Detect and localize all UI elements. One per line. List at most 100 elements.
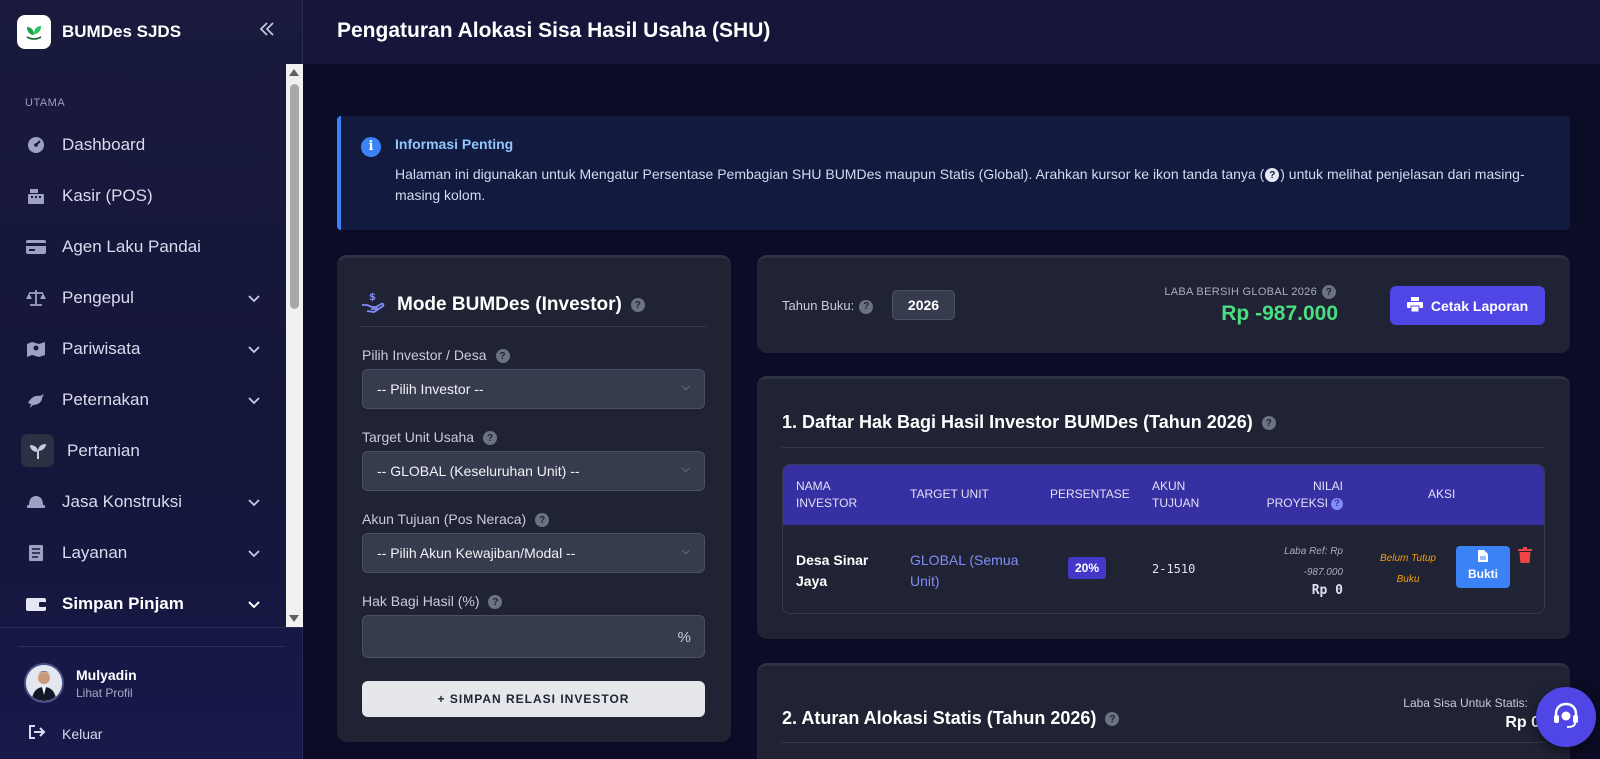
scrollbar-thumb[interactable] (290, 84, 299, 309)
brand[interactable]: BUMDes SJDS (0, 0, 302, 64)
col-nilai: NILAI PROYEKSI? (1263, 478, 1343, 512)
investor-select-value: -- Pilih Investor -- (377, 381, 484, 397)
sidebar-item-layanan[interactable]: Layanan (0, 527, 286, 578)
sidebar-item-jasa-konstruksi[interactable]: Jasa Konstruksi (0, 476, 286, 527)
laba-ref-line-2: -987.000 (1303, 567, 1343, 578)
print-report-button[interactable]: Cetak Laporan (1390, 286, 1545, 325)
question-icon[interactable]: ? (483, 431, 498, 446)
print-report-label: Cetak Laporan (1430, 297, 1529, 314)
sidebar-item-dashboard[interactable]: Dashboard (0, 119, 286, 170)
question-icon[interactable]: ? (535, 513, 550, 528)
wallet-icon (25, 593, 47, 615)
investor-list-card: 1. Daftar Hak Bagi Hasil Investor BUMDes… (757, 376, 1570, 639)
target-select-value: -- GLOBAL (Keseluruhan Unit) -- (377, 463, 580, 479)
question-icon[interactable]: ? (1322, 285, 1336, 299)
printer-icon (1406, 296, 1423, 315)
sidebar: BUMDes SJDS UTAMA Dashboard Kasir (POS) … (0, 0, 303, 759)
akun-code: 2-1510 (1152, 562, 1196, 576)
sidebar-scrollbar[interactable] (286, 64, 303, 627)
brand-name: BUMDes SJDS (62, 22, 182, 41)
scroll-down-arrow-icon[interactable] (289, 615, 299, 622)
target-label-text: Target Unit Usaha (362, 429, 475, 445)
alert-body: Halaman ini digunakan untuk Mengatur Per… (395, 164, 1545, 206)
akun-select-value: -- Pilih Akun Kewajiban/Modal -- (377, 545, 576, 561)
question-icon: ? (1265, 168, 1280, 183)
col-target: TARGET UNIT (910, 487, 989, 501)
question-icon[interactable]: ? (1261, 416, 1276, 431)
tahun-label-text: Tahun Buku: (782, 298, 855, 313)
sidebar-item-label: Layanan (62, 542, 128, 562)
brand-logo (17, 15, 51, 49)
sidebar-item-label: Agen Laku Pandai (62, 236, 201, 256)
laba-sisa-label: Laba Sisa Untuk Statis: (1403, 696, 1528, 710)
investor-label-text: Pilih Investor / Desa (362, 347, 487, 363)
credit-card-icon (25, 236, 47, 258)
tahun-buku-input[interactable]: 2026 (892, 290, 955, 320)
sidebar-footer: Mulyadin Lihat Profil Keluar (0, 627, 303, 759)
laba-ref: Laba Ref: Rp -987.000 (1263, 541, 1343, 583)
chevron-down-icon: ⌵ (681, 381, 690, 393)
question-icon[interactable]: ? (630, 298, 645, 312)
target-unit-select[interactable]: -- GLOBAL (Keseluruhan Unit) -- ⌵ (362, 451, 705, 491)
laba-sisa-value: Rp 0 (1505, 714, 1540, 731)
sidebar-item-pariwisata[interactable]: Pariwisata (0, 323, 286, 374)
sidebar-item-pengepul[interactable]: Pengepul (0, 272, 286, 323)
static-title-text: 2. Aturan Alokasi Statis (Tahun 2026) (782, 708, 1097, 728)
investor-select[interactable]: -- Pilih Investor -- ⌵ (362, 369, 705, 409)
investor-table: NAMA INVESTOR TARGET UNIT PERSENTASE AKU… (782, 464, 1545, 614)
logout-label: Keluar (62, 725, 103, 742)
trash-icon[interactable] (1518, 547, 1532, 568)
target-label: Target Unit Usaha? (362, 429, 498, 446)
laba-bersih-value: Rp -987.000 (1221, 302, 1338, 325)
document-icon (1478, 550, 1488, 565)
question-icon[interactable]: ? (859, 299, 874, 314)
hand-coin-icon: $ (361, 291, 385, 319)
question-icon[interactable]: ? (1331, 497, 1343, 510)
bukti-label: Bukti (1468, 567, 1498, 581)
nav-section-label: UTAMA (25, 97, 66, 109)
table-row: Desa Sinar Jaya GLOBAL (Semua Unit) 20% … (783, 525, 1544, 613)
bukti-button[interactable]: Bukti (1456, 546, 1510, 588)
table-header: NAMA INVESTOR TARGET UNIT PERSENTASE AKU… (783, 465, 1544, 525)
form-title: $ Mode BUMDes (Investor) ? (361, 291, 645, 319)
sidebar-item-simpan-pinjam[interactable]: Simpan Pinjam (0, 578, 286, 627)
scale-icon (25, 287, 47, 309)
chevron-down-icon (248, 290, 260, 306)
static-allocation-card: 2. Aturan Alokasi Statis (Tahun 2026)? L… (757, 663, 1570, 759)
laba-label: LABA BERSIH GLOBAL 2026? (1164, 285, 1336, 299)
sidebar-item-label: Jasa Konstruksi (62, 491, 182, 511)
hak-bagi-hasil-input[interactable]: % (362, 615, 705, 658)
avatar[interactable] (24, 663, 64, 703)
sidebar-item-peternakan[interactable]: Peternakan (0, 374, 286, 425)
profile-link[interactable]: Lihat Profil (76, 686, 133, 700)
akun-tujuan-select[interactable]: -- Pilih Akun Kewajiban/Modal -- ⌵ (362, 533, 705, 573)
info-alert: i Informasi Penting Halaman ini digunaka… (337, 116, 1570, 230)
status-line-2: Buku (1396, 574, 1420, 585)
investor-form-card: $ Mode BUMDes (Investor) ? Pilih Investo… (337, 255, 731, 742)
sidebar-item-label: Pariwisata (62, 338, 141, 358)
user-name: Mulyadin (76, 667, 137, 683)
percent-suffix: % (677, 629, 691, 646)
scroll-up-arrow-icon[interactable] (289, 69, 299, 76)
target-unit: GLOBAL (Semua Unit) (910, 552, 1019, 589)
question-icon[interactable]: ? (488, 595, 503, 610)
support-button[interactable] (1536, 687, 1596, 747)
sidebar-item-pertanian[interactable]: Pertanian (0, 425, 286, 476)
investor-name: Desa Sinar Jaya (796, 552, 869, 589)
summary-card: Tahun Buku:? 2026 LABA BERSIH GLOBAL 202… (757, 255, 1570, 353)
hak-label-text: Hak Bagi Hasil (%) (362, 593, 480, 609)
nilai-proyeksi: Rp 0 (1311, 583, 1343, 598)
percentage-cell: 20% (1068, 557, 1107, 579)
col-persentase: PERSENTASE (1050, 487, 1130, 501)
bird-icon (25, 389, 47, 411)
question-icon[interactable]: ? (1105, 712, 1120, 727)
logout-button[interactable]: Keluar (28, 724, 102, 743)
sidebar-item-label: Pertanian (67, 440, 140, 460)
sidebar-item-kasir[interactable]: Kasir (POS) (0, 170, 286, 221)
save-investor-button[interactable]: + SIMPAN RELASI INVESTOR (362, 681, 705, 717)
sidebar-item-agen-laku-pandai[interactable]: Agen Laku Pandai (0, 221, 286, 272)
question-icon[interactable]: ? (495, 349, 510, 364)
laba-ref-line-1: Laba Ref: Rp (1284, 546, 1343, 557)
akun-label: Akun Tujuan (Pos Neraca)? (362, 511, 550, 528)
collapse-sidebar-icon[interactable] (258, 20, 280, 44)
